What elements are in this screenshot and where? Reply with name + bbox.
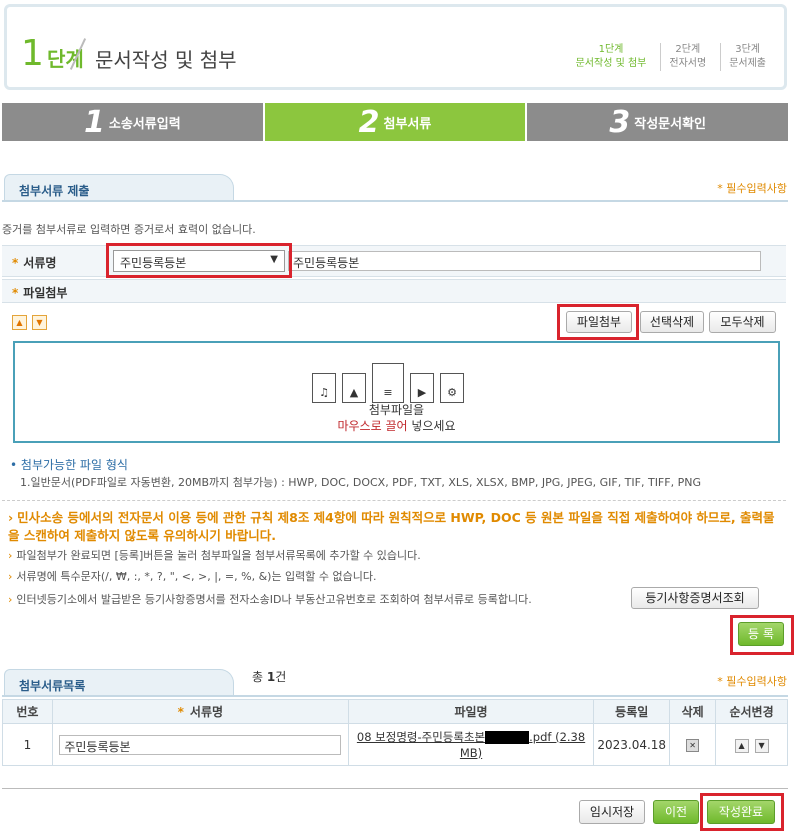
tab-label: 소송서류입력 (108, 116, 181, 132)
document-file-icon: ≡ (372, 363, 404, 403)
tab-number: 1 (84, 104, 105, 140)
row-date: 2023.04.18 (593, 723, 671, 766)
image-file-icon: ▲ (342, 373, 366, 403)
mini-step-indicator: 1단계 문서작성 및 첨부 2단계 전자서명 3단계 문서제출 (568, 43, 774, 71)
required-note: * 필수입력사항 (717, 182, 787, 195)
file-type-icons: ♫ ▲ ≡ ▶ ⚙ (312, 363, 464, 403)
col-doc-name: * 서류명 (51, 699, 349, 724)
section-divider (2, 200, 788, 202)
page-title: 문서작성 및 첨부 (95, 48, 237, 72)
step-word: 단계 (47, 47, 84, 71)
highlight-box (106, 243, 292, 278)
tab-attachments[interactable]: 2 첨부서류 (264, 103, 526, 141)
formats-title: • 첨부가능한 파일 형식 (10, 458, 128, 472)
move-up-icon[interactable]: ▲ (734, 738, 749, 753)
col-file-name: 파일명 (347, 699, 595, 724)
mini-step-3-line2: 문서제출 (729, 58, 766, 69)
tab-review[interactable]: 3 작성문서확인 (527, 103, 789, 141)
tab-label: 작성문서확인 (634, 116, 706, 132)
row-file-link[interactable]: 08 보정명령-주민등록초본 .pdf (2.38 MB) (347, 723, 595, 766)
delete-all-button[interactable]: 모두삭제 (709, 311, 776, 333)
mini-step-2-line1: 2단계 (675, 44, 701, 55)
step-header: 1 단계 문서작성 및 첨부 1단계 문서작성 및 첨부 2단계 전자서명 3단… (4, 4, 787, 90)
row-number: 1 (2, 723, 53, 766)
file-attach-label: * 파일첨부 (12, 286, 68, 300)
row-order-cell: ▲ ▼ (715, 723, 788, 766)
mini-step-1-line2: 문서작성 및 첨부 (575, 58, 647, 69)
notice-2: › 서류명에 특수문자(/, ₩, :, *, ?, ", <, >, |, =,… (8, 570, 377, 583)
row-doc-name-input[interactable]: 주민등록등본 (59, 734, 342, 755)
row-delete-cell: ✕ (669, 723, 717, 766)
section-title-submit: 첨부서류 제출 (4, 174, 234, 202)
section-divider (2, 695, 788, 697)
attachment-table: 번호 * 서류명 파일명 등록일 삭제 순서변경 1 주민등록등본 08 보정명령… (2, 699, 788, 766)
highlight-box (700, 793, 784, 831)
evidence-warning: 증거를 첨부서류로 입력하면 증거로서 효력이 없습니다. (2, 223, 256, 236)
doc-name-label: * 서류명 (12, 256, 57, 270)
notice-bold: › 민사소송 등에서의 전자문서 이용 등에 관한 규칙 제8조 제4항에 따라 … (8, 510, 775, 543)
move-down-icon[interactable]: ▼ (754, 738, 769, 753)
settings-file-icon: ⚙ (440, 373, 464, 403)
divider (2, 500, 786, 501)
file-drop-zone[interactable]: ♫ ▲ ≡ ▶ ⚙ 첨부파일을 마우스로 끌어 넣으세요 (13, 341, 780, 443)
mini-step-3: 3단계 문서제출 (720, 43, 774, 71)
arrow-down-icon[interactable]: ▼ (32, 315, 47, 330)
mini-step-1-line1: 1단계 (598, 44, 624, 55)
temp-save-button[interactable]: 임시저장 (579, 800, 645, 824)
notice-1: › 파일첨부가 완료되면 [등록]버튼을 눌러 첨부파일을 첨부서류목록에 추가할… (8, 549, 421, 562)
tab-document-input[interactable]: 1 소송서류입력 (2, 103, 263, 141)
prev-button[interactable]: 이전 (653, 800, 699, 824)
required-note: * 필수입력사항 (717, 675, 787, 688)
table-header-row: 번호 * 서류명 파일명 등록일 삭제 순서변경 (2, 699, 788, 724)
step-number: 1 (21, 33, 44, 74)
redacted-box (485, 730, 530, 744)
drop-instruction-1: 첨부파일을 (368, 403, 425, 417)
arrow-up-icon[interactable]: ▲ (12, 315, 27, 330)
mini-step-2-line2: 전자서명 (669, 58, 707, 69)
col-no: 번호 (2, 699, 53, 724)
registry-lookup-button[interactable]: 등기사항증명서조회 (631, 587, 759, 609)
doc-name-input[interactable]: 주민등록등본 (288, 251, 761, 271)
delete-icon[interactable]: ✕ (686, 739, 700, 752)
highlight-box (557, 304, 639, 340)
audio-file-icon: ♫ (312, 373, 336, 403)
table-row: 1 주민등록등본 08 보정명령-주민등록초본 .pdf (2.38 MB) 202… (2, 723, 788, 766)
mini-step-2: 2단계 전자서명 (660, 43, 714, 71)
row-doc-name-cell: 주민등록등본 (51, 723, 349, 766)
list-count: 총 1건 (252, 670, 287, 684)
mini-step-3-line1: 3단계 (735, 44, 760, 55)
tab-label: 첨부서류 (383, 116, 432, 132)
mini-step-1: 1단계 문서작성 및 첨부 (568, 43, 655, 71)
divider (2, 788, 788, 789)
col-date: 등록일 (593, 699, 671, 724)
notice-3: › 인터넷등기소에서 발급받은 등기사항증명서를 전자소송ID나 부동산고유번호로… (8, 593, 532, 606)
video-file-icon: ▶ (410, 373, 434, 403)
highlight-box (730, 615, 794, 655)
delete-selected-button[interactable]: 선택삭제 (640, 311, 704, 333)
tab-number: 3 (609, 104, 631, 140)
step-tabs: 1 소송서류입력 2 첨부서류 3 작성문서확인 (2, 103, 789, 141)
formats-desc: 1.일반문서(PDF파일로 자동변환, 20MB까지 첨부가능) : HWP, … (20, 476, 701, 489)
col-delete: 삭제 (669, 699, 717, 724)
drop-instruction-2: 마우스로 끌어 넣으세요 (337, 419, 456, 433)
col-order: 순서변경 (715, 699, 788, 724)
tab-number: 2 (358, 104, 380, 140)
file-attach-row: * 파일첨부 (2, 279, 786, 303)
section-title-list: 첨부서류목록 (4, 669, 234, 697)
